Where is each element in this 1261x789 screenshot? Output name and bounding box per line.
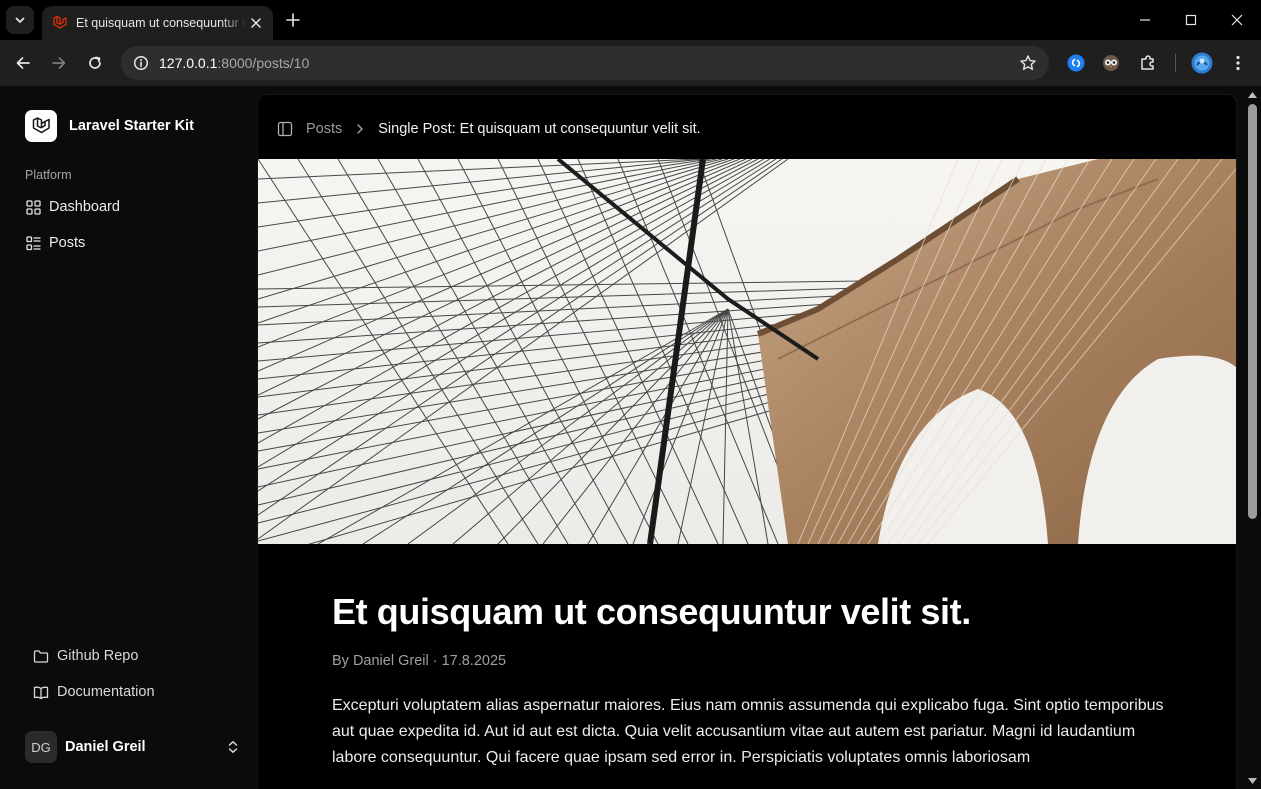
book-icon: [33, 684, 49, 700]
post-body: Excepturi voluptatem alias aspernatur ma…: [332, 697, 1164, 766]
back-button[interactable]: [9, 49, 37, 77]
page-scrollbar[interactable]: [1244, 86, 1261, 789]
sidebar-item-label: Dashboard: [49, 199, 120, 215]
documentation-link[interactable]: Documentation: [29, 676, 241, 708]
brand-logo: [25, 110, 57, 142]
minimize-window-button[interactable]: [1122, 0, 1168, 40]
documentation-label: Documentation: [57, 684, 155, 700]
folder-icon: [33, 648, 49, 664]
owl-icon: [1103, 55, 1119, 71]
chevrons-up-down-icon: [225, 739, 241, 755]
reload-icon: [89, 56, 101, 69]
sidebar-toggle-button[interactable]: [276, 120, 294, 138]
reload-button[interactable]: [81, 49, 109, 77]
browser-tab-active[interactable]: Et quisquam ut consequuntur velit sit.: [42, 6, 273, 40]
post-article: Et quisquam ut consequuntur velit sit. B…: [332, 591, 1172, 771]
star-icon[interactable]: [1019, 54, 1037, 72]
scroll-up-arrow[interactable]: [1248, 90, 1257, 99]
sidebar: Laravel Starter Kit Platform Dashboard P…: [0, 86, 257, 789]
minimize-icon: [1140, 19, 1150, 21]
chevron-down-icon: [15, 17, 25, 23]
toolbar-divider: [1175, 54, 1176, 72]
github-repo-label: Github Repo: [57, 648, 139, 664]
main-content: Posts Single Post: Et quisquam ut conseq…: [257, 94, 1237, 789]
brand-link[interactable]: Laravel Starter Kit: [25, 110, 194, 142]
user-name: Daniel Greil: [65, 739, 146, 755]
user-menu-button[interactable]: DG Daniel Greil: [25, 730, 241, 764]
sidebar-item-label: Posts: [49, 235, 86, 251]
site-info-button[interactable]: [123, 46, 159, 80]
extension-owl-button[interactable]: [1100, 52, 1122, 74]
arrow-left-icon: [16, 57, 30, 69]
post-hero-image: [258, 159, 1236, 544]
info-icon: [133, 55, 149, 71]
profile-button[interactable]: [1191, 52, 1213, 74]
address-bar[interactable]: 127.0.0.1:8000/posts/10: [121, 46, 1049, 80]
brand-name: Laravel Starter Kit: [69, 118, 194, 134]
list-icon: [25, 235, 41, 251]
post-title: Et quisquam ut consequuntur velit sit.: [332, 591, 971, 632]
browser-menu-button[interactable]: [1227, 52, 1249, 74]
close-tab-button[interactable]: [247, 14, 265, 32]
sidebar-group-label: Platform: [25, 168, 72, 182]
close-icon: [251, 18, 261, 28]
close-window-button[interactable]: [1214, 0, 1260, 40]
github-repo-link[interactable]: Github Repo: [29, 640, 241, 672]
url-path: :8000/posts/10: [217, 55, 310, 71]
maximize-icon: [1185, 14, 1197, 26]
close-icon: [1231, 14, 1243, 26]
breadcrumb-current: Single Post: Et quisquam ut consequuntur…: [378, 121, 701, 137]
browser-toolbar: 127.0.0.1:8000/posts/10: [0, 40, 1261, 86]
sidebar-item-posts[interactable]: Posts: [21, 227, 241, 259]
sidebar-item-dashboard[interactable]: Dashboard: [21, 191, 241, 223]
browser-titlebar: Et quisquam ut consequuntur velit sit.: [0, 0, 1261, 40]
shazam-icon: [1067, 54, 1085, 72]
arrow-right-icon: [52, 57, 66, 69]
plus-icon: [286, 13, 300, 27]
address-url: 127.0.0.1:8000/posts/10: [159, 55, 309, 71]
avatar-icon: [1191, 52, 1213, 74]
new-tab-button[interactable]: [282, 9, 304, 31]
forward-button[interactable]: [45, 49, 73, 77]
laravel-icon: [53, 15, 67, 29]
laravel-icon: [32, 117, 50, 134]
more-vertical-icon: [1236, 55, 1240, 71]
chevron-right-icon: [352, 121, 368, 137]
extensions-menu-button[interactable]: [1137, 52, 1159, 74]
post-meta: By Daniel Greil · 17.8.2025: [332, 653, 507, 669]
scrollbar-thumb[interactable]: [1248, 104, 1257, 519]
scroll-down-arrow[interactable]: [1248, 776, 1257, 785]
grid-icon: [25, 199, 41, 215]
browser-tab-title: Et quisquam ut consequuntur velit sit.: [76, 16, 247, 30]
url-host: 127.0.0.1: [159, 55, 218, 71]
tab-search-button[interactable]: [6, 6, 34, 34]
maximize-window-button[interactable]: [1168, 0, 1214, 40]
avatar: DG: [25, 731, 57, 763]
panel-left-icon: [277, 121, 293, 137]
breadcrumb-posts-link[interactable]: Posts: [306, 121, 342, 137]
page-viewport: Laravel Starter Kit Platform Dashboard P…: [0, 86, 1261, 789]
bridge-illustration: [258, 159, 1236, 544]
extension-shazam-button[interactable]: [1065, 52, 1087, 74]
breadcrumb: Posts Single Post: Et quisquam ut conseq…: [276, 119, 701, 139]
puzzle-icon: [1141, 55, 1154, 70]
